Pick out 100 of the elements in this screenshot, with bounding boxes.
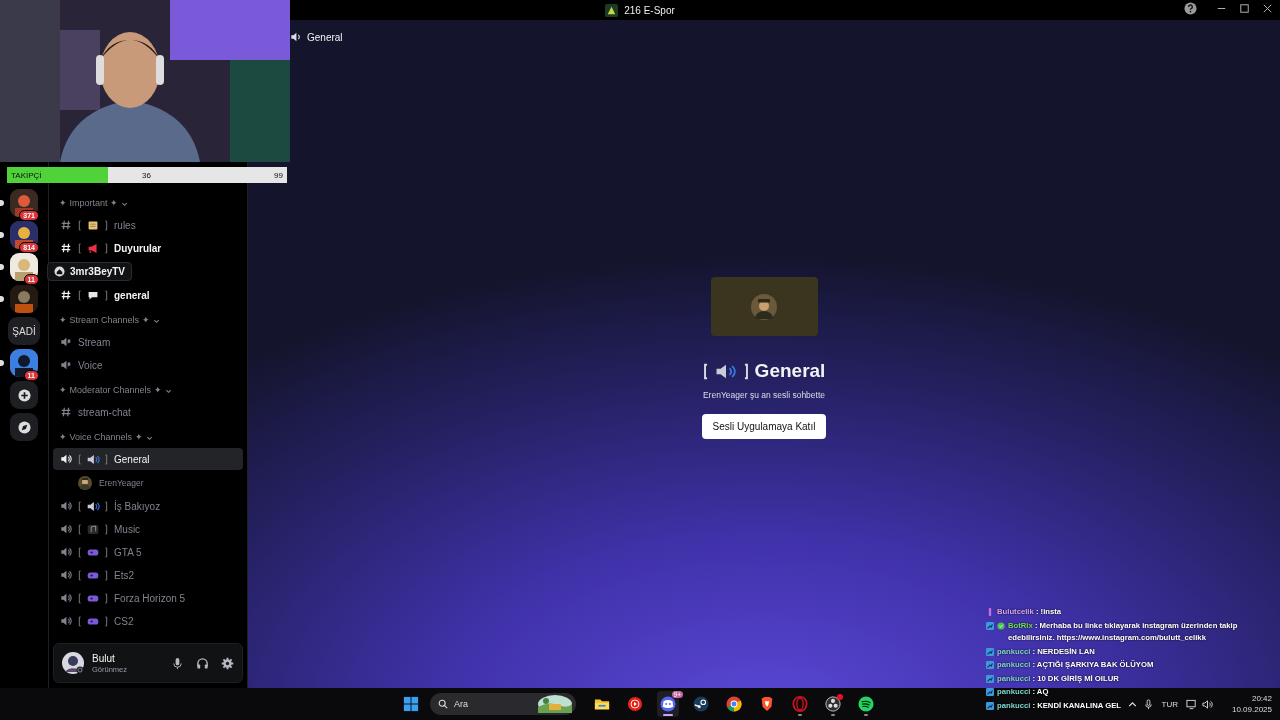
- join-button[interactable]: Sesli Uygulamaya Katıl: [701, 414, 827, 439]
- tooltip-text: 3mr3BeyTV: [70, 266, 126, 277]
- verified-badge: [997, 621, 1005, 630]
- emoji-icon: [78, 241, 108, 255]
- emoji-icon: [78, 614, 108, 628]
- channel-heading: General: [754, 360, 826, 382]
- server-icon[interactable]: [10, 221, 38, 249]
- chevron-icon: [121, 201, 129, 208]
- plus-icon: [17, 388, 31, 402]
- emoji-icon: [78, 545, 108, 559]
- speaker-icon: [60, 523, 72, 535]
- notification-dot: [837, 694, 843, 700]
- channel-item[interactable]: rules: [53, 214, 243, 236]
- user-avatar[interactable]: [62, 652, 84, 674]
- category-header[interactable]: ✦ Important ✦: [59, 198, 119, 208]
- speaker-icon: [702, 361, 749, 381]
- channel-item[interactable]: GTA 5: [53, 541, 243, 563]
- channel-item[interactable]: CS2: [53, 610, 243, 632]
- subscriber-badge: [986, 701, 994, 710]
- subscriber-badge: [986, 674, 994, 683]
- discover-button[interactable]: [10, 413, 38, 441]
- settings-icon[interactable]: [221, 656, 234, 670]
- speaker-icon: [60, 592, 72, 604]
- stage-icon: [60, 336, 72, 348]
- microphone-button[interactable]: [171, 656, 184, 670]
- emoji-icon: [78, 452, 108, 466]
- network-icon[interactable]: [1185, 698, 1197, 710]
- channel-item[interactable]: Stream: [53, 331, 243, 353]
- follower-count: 36: [142, 171, 151, 180]
- speaker-icon: [290, 31, 302, 43]
- running-indicator: [663, 714, 673, 716]
- channel-item[interactable]: General: [53, 448, 243, 470]
- shield-icon: [759, 696, 775, 712]
- hash-icon: [60, 219, 72, 231]
- compass-icon: [17, 420, 31, 434]
- category-header[interactable]: ✦ Voice Channels ✦: [59, 432, 143, 442]
- follower-goal: 99: [274, 171, 283, 180]
- subscriber-badge: [986, 688, 994, 696]
- channel-item[interactable]: stream-chat: [53, 401, 243, 423]
- server-icon[interactable]: ŞADİ: [8, 317, 40, 345]
- emoji-icon: [78, 288, 108, 302]
- close-button[interactable]: [1261, 2, 1274, 15]
- speaker-icon: [60, 546, 72, 558]
- channel-title: General: [307, 31, 343, 43]
- emoji-icon: [78, 591, 108, 605]
- subscriber-badge: [986, 661, 994, 669]
- app-logo-icon: [605, 3, 619, 17]
- window-title: 216 E-Spor: [624, 4, 675, 16]
- running-indicator: [831, 714, 835, 716]
- chevron-icon: [145, 435, 153, 442]
- aperture-icon: [825, 696, 841, 712]
- channel-item[interactable]: Voice: [53, 354, 243, 376]
- speaker-icon: [60, 453, 72, 465]
- speaker-icon: [60, 569, 72, 581]
- clock[interactable]: 20:42 10.09.2025: [1231, 694, 1272, 714]
- search-icon: [438, 699, 448, 709]
- channel-item[interactable]: Forza Horizon 5: [53, 587, 243, 609]
- member-name[interactable]: ErenYeager: [99, 478, 144, 488]
- stage-icon: [60, 359, 72, 371]
- browser-icon: [726, 696, 742, 712]
- category-header[interactable]: ✦ Stream Channels ✦: [59, 315, 150, 325]
- home-icon: [54, 266, 65, 277]
- headphones-button[interactable]: [196, 656, 209, 670]
- running-indicator: [864, 714, 868, 716]
- maximize-button[interactable]: [1238, 2, 1251, 15]
- hash-icon: [60, 289, 72, 301]
- subscriber-badge: [986, 647, 994, 656]
- windows-start-icon[interactable]: [403, 696, 419, 712]
- channel-item[interactable]: Music: [53, 518, 243, 540]
- speaker-icon: [60, 615, 72, 627]
- hash-icon: [60, 406, 72, 418]
- server-icon[interactable]: [10, 253, 38, 281]
- channel-subtitle: ErenYeager şu an sesli sohbette: [702, 390, 826, 400]
- sound-waves-icon: [858, 696, 874, 712]
- speaker-icon: [60, 500, 72, 512]
- microphone-icon[interactable]: [1142, 698, 1154, 710]
- help-icon[interactable]: [1184, 2, 1197, 15]
- channel-item[interactable]: general: [53, 284, 243, 306]
- category-header[interactable]: ✦ Moderator Channels ✦: [59, 385, 162, 395]
- chevron-icon: [164, 388, 172, 395]
- channel-item[interactable]: İş Bakıyoz: [53, 495, 243, 517]
- running-indicator: [798, 714, 802, 716]
- ring-icon: [792, 696, 808, 712]
- channel-item[interactable]: Ets2: [53, 564, 243, 586]
- volume-icon[interactable]: [1201, 698, 1213, 710]
- moderator-badge: [986, 608, 994, 616]
- add-server-button[interactable]: [10, 381, 38, 409]
- chevron-icon: [152, 318, 160, 325]
- hash-icon: [60, 242, 72, 254]
- user-name: Bulut: [92, 652, 116, 664]
- emoji-icon: [78, 522, 108, 536]
- play-icon: [627, 696, 643, 712]
- subscriber-badge: [986, 621, 994, 630]
- emoji-icon: [78, 499, 108, 513]
- emoji-icon: [78, 568, 108, 582]
- follower-label: TAKİPÇİ: [11, 171, 42, 180]
- channel-item[interactable]: Duyurular: [53, 237, 243, 259]
- language-indicator[interactable]: TUR: [1161, 699, 1178, 709]
- emoji-icon: [78, 218, 108, 232]
- server-icon[interactable]: [10, 189, 38, 217]
